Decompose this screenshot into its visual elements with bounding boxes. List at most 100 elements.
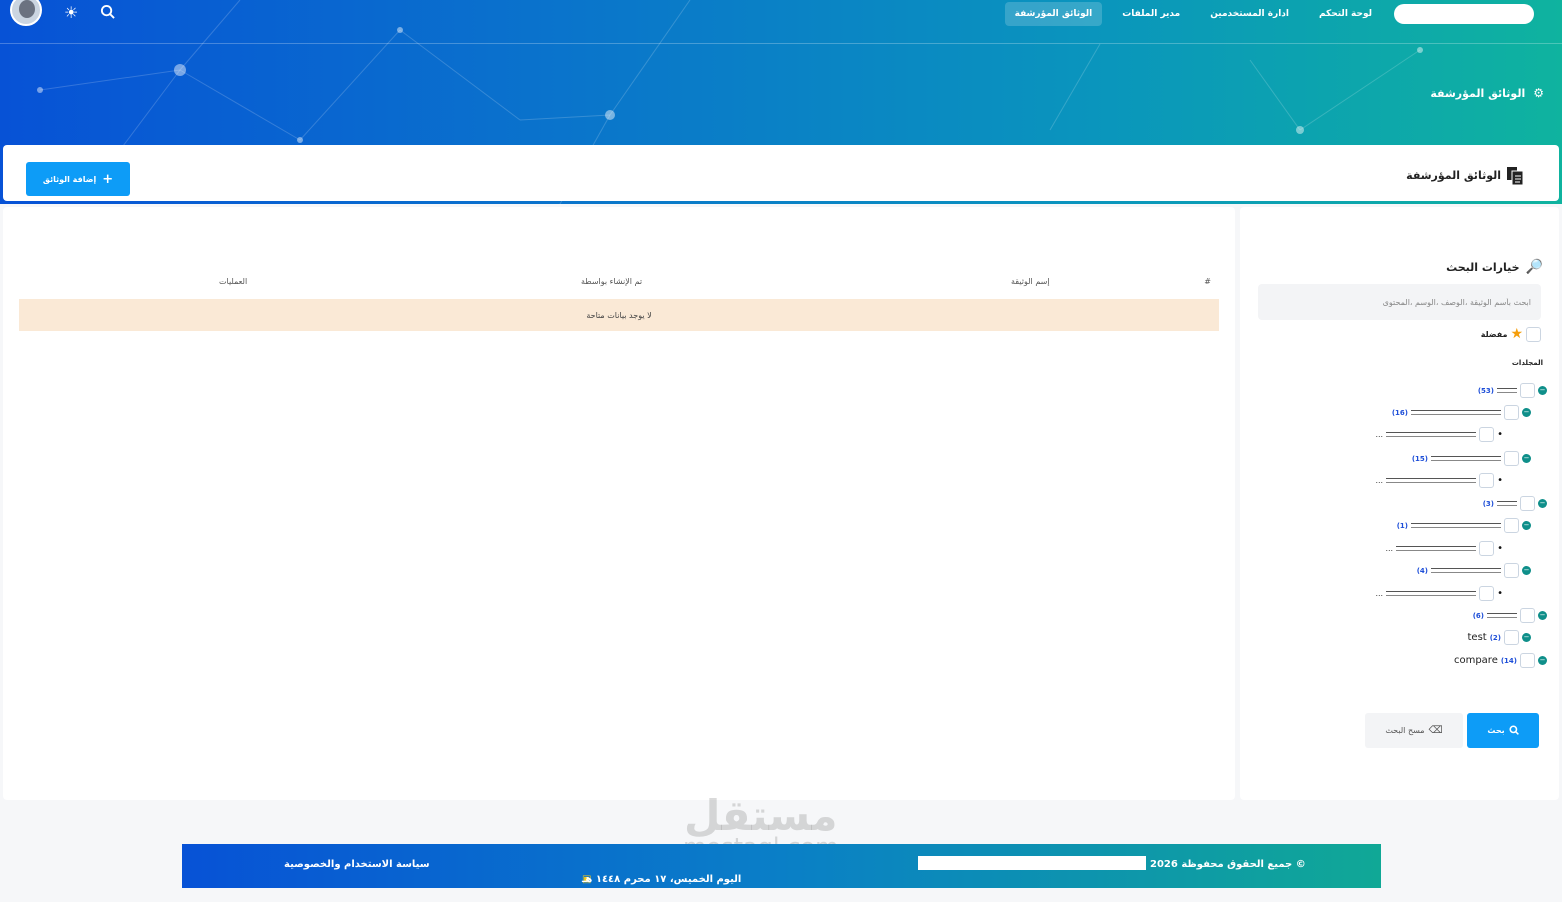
folder-name — [1497, 388, 1517, 393]
folder-item[interactable]: − (16) — [1392, 405, 1531, 420]
page-heading: ⚙ الوثائق المؤرشفة — [1430, 86, 1544, 100]
folder-item[interactable]: • ... — [1385, 541, 1503, 556]
folder-item[interactable]: − (1) — [1397, 518, 1531, 533]
collapse-toggle-icon[interactable]: − — [1522, 521, 1531, 530]
search-options-panel: 🔎 خيارات البحث ★ مفضلة المجلدات − (53) −… — [1240, 207, 1559, 800]
search-button-label: بحث — [1487, 726, 1505, 735]
favorite-filter[interactable]: ★ مفضلة — [1481, 326, 1541, 342]
folder-checkbox[interactable] — [1520, 653, 1535, 668]
folder-name: ... — [1385, 544, 1394, 553]
folder-name — [1411, 410, 1501, 415]
folder-item[interactable]: − (4) — [1417, 563, 1531, 578]
collapse-toggle-icon[interactable]: − — [1522, 566, 1531, 575]
folder-checkbox[interactable] — [1504, 405, 1519, 420]
footer: جميع الحقوق محفوظة 2026 © ▣ اليوم الخميس… — [182, 844, 1381, 888]
folder-checkbox[interactable] — [1479, 586, 1495, 601]
clear-search-button[interactable]: مسح البحث ⌫ — [1365, 713, 1463, 748]
settings-icon: ⚙ — [1533, 86, 1544, 100]
column-index[interactable]: # — [1204, 277, 1211, 286]
nav-item-dashboard[interactable]: لوحة التحكم — [1309, 2, 1382, 26]
column-actions: العمليات — [219, 277, 248, 286]
folder-name-scribble — [1386, 432, 1477, 437]
folder-count: (3) — [1482, 499, 1494, 508]
title-card: الوثائق المؤرشفة إضافة الوثائق + — [3, 145, 1559, 201]
folder-checkbox[interactable] — [1520, 608, 1535, 623]
folder-checkbox[interactable] — [1479, 427, 1495, 442]
table-header: # إسم الوثيقة تم الإنشاء بواسطة العمليات — [19, 277, 1219, 297]
folder-count: (6) — [1472, 611, 1484, 620]
redacted-block — [918, 856, 1146, 870]
search-options-title: خيارات البحث — [1446, 260, 1520, 274]
search-icon[interactable] — [100, 4, 116, 23]
folder-item[interactable]: − (53) — [1478, 383, 1547, 398]
collapse-toggle-icon[interactable]: − — [1522, 633, 1531, 642]
folder-name: ... — [1375, 476, 1384, 485]
favorite-checkbox[interactable] — [1526, 326, 1541, 342]
folder-count: (53) — [1477, 386, 1494, 395]
bullet-icon: • — [1497, 429, 1503, 440]
footer-date-text: اليوم الخميس، ١٧ محرم ١٤٤٨ هـ — [582, 874, 742, 885]
collapse-toggle-icon[interactable]: − — [1538, 656, 1547, 665]
add-documents-label: إضافة الوثائق — [42, 174, 97, 184]
folder-count: (14) — [1500, 656, 1517, 665]
folder-name — [1497, 501, 1517, 506]
column-document-name[interactable]: إسم الوثيقة — [1011, 277, 1050, 286]
empty-table-message: لا يوجد بيانات متاحة — [586, 310, 652, 320]
folder-name-scribble — [1386, 591, 1477, 596]
empty-table-row: لا يوجد بيانات متاحة — [19, 299, 1219, 331]
folder-checkbox[interactable] — [1504, 518, 1519, 533]
search-icon — [1509, 724, 1519, 737]
folder-checkbox[interactable] — [1504, 630, 1519, 645]
card-title: الوثائق المؤرشفة — [1406, 169, 1501, 182]
nav-item-archived-documents[interactable]: الوثائق المؤرشفة — [1004, 1, 1103, 26]
nav-item-users[interactable]: ادارة المستخدمين — [1200, 2, 1299, 26]
folder-count: (15) — [1411, 454, 1428, 463]
folder-name — [1487, 613, 1517, 618]
folder-item[interactable]: − (2) test — [1468, 630, 1531, 645]
search-options-heading: 🔎 خيارات البحث — [1446, 259, 1543, 275]
header-divider — [0, 43, 1562, 44]
folder-name: ... — [1375, 589, 1384, 598]
collapse-toggle-icon[interactable]: − — [1538, 499, 1547, 508]
folder-name — [1431, 568, 1501, 573]
folder-checkbox[interactable] — [1520, 383, 1535, 398]
folder-checkbox[interactable] — [1479, 541, 1495, 556]
sun-icon[interactable]: ☀ — [64, 5, 78, 21]
folder-item[interactable]: • ... — [1375, 473, 1503, 488]
column-created-by[interactable]: تم الإنشاء بواسطة — [581, 277, 642, 286]
folder-checkbox[interactable] — [1520, 496, 1535, 511]
folder-item[interactable]: − (3) — [1483, 496, 1547, 511]
logo[interactable] — [1394, 4, 1534, 24]
folders-label: المجلدات — [1511, 359, 1543, 367]
folder-name: ... — [1375, 430, 1384, 439]
magnifier-icon: 🔎 — [1525, 259, 1543, 275]
search-button[interactable]: بحث — [1467, 713, 1539, 748]
folder-checkbox[interactable] — [1504, 563, 1519, 578]
page-title: الوثائق المؤرشفة — [1430, 86, 1526, 100]
folder-item[interactable]: − (14) compare — [1454, 653, 1547, 668]
main-nav: لوحة التحكم ادارة المستخدمين مدير الملفا… — [1004, 0, 1382, 27]
favorite-label: مفضلة — [1480, 329, 1508, 339]
folder-checkbox[interactable] — [1504, 451, 1519, 466]
privacy-policy-link[interactable]: سياسة الاستخدام والخصوصية — [284, 859, 430, 870]
clear-search-label: مسح البحث — [1385, 726, 1425, 735]
bullet-icon: • — [1497, 475, 1503, 486]
bullet-icon: • — [1497, 543, 1503, 554]
folder-count: (1) — [1396, 521, 1408, 530]
add-documents-button[interactable]: إضافة الوثائق + — [26, 162, 130, 196]
eraser-icon: ⌫ — [1428, 725, 1443, 736]
folder-checkbox[interactable] — [1479, 473, 1495, 488]
folder-item[interactable]: − (15) — [1412, 451, 1531, 466]
collapse-toggle-icon[interactable]: − — [1522, 408, 1531, 417]
nav-item-file-manager[interactable]: مدير الملفات — [1112, 2, 1190, 26]
avatar[interactable] — [10, 0, 42, 26]
folder-name: compare — [1453, 655, 1498, 666]
collapse-toggle-icon[interactable]: − — [1538, 611, 1547, 620]
folder-item[interactable]: • ... — [1375, 427, 1503, 442]
folder-count: (2) — [1489, 633, 1501, 642]
folder-item[interactable]: • ... — [1375, 586, 1503, 601]
collapse-toggle-icon[interactable]: − — [1538, 386, 1547, 395]
folder-item[interactable]: − (6) — [1473, 608, 1547, 623]
collapse-toggle-icon[interactable]: − — [1522, 454, 1531, 463]
document-search-input[interactable] — [1258, 284, 1541, 320]
